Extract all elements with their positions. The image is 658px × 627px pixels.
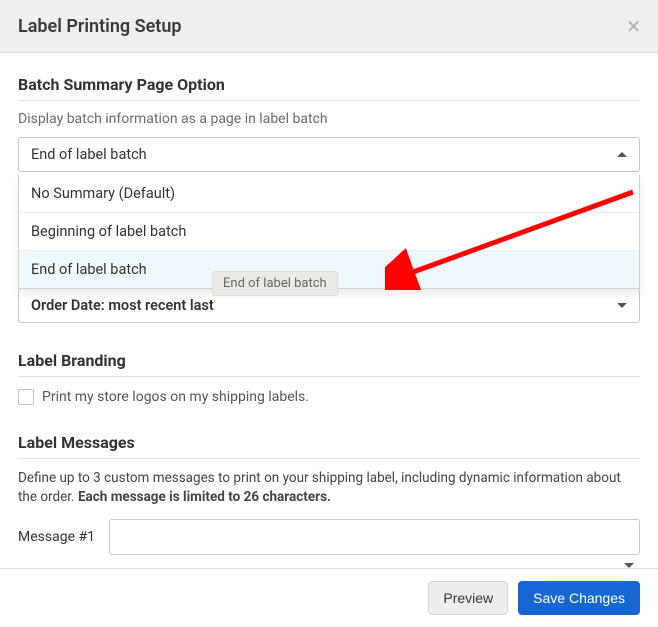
divider <box>18 376 640 377</box>
divider <box>18 100 640 101</box>
label-messages-description-bold: Each message is limited to 26 characters… <box>78 489 331 505</box>
save-changes-button[interactable]: Save Changes <box>518 581 640 615</box>
batch-summary-select-value: End of label batch <box>31 146 147 163</box>
chevron-down-icon[interactable] <box>624 563 634 568</box>
chevron-up-icon <box>617 152 627 157</box>
order-date-select[interactable]: Order Date: most recent last <box>18 288 640 323</box>
dropdown-option-beginning[interactable]: Beginning of label batch <box>19 212 639 250</box>
chevron-down-icon <box>617 303 627 308</box>
modal-header: Label Printing Setup × <box>0 0 658 53</box>
order-date-select-value: Order Date: most recent last <box>31 297 214 314</box>
dropdown-option-end[interactable]: End of label batch <box>19 250 639 288</box>
batch-summary-select[interactable]: End of label batch <box>18 137 640 172</box>
message-1-label: Message #1 <box>18 529 95 545</box>
batch-summary-description: Display batch information as a page in l… <box>18 111 640 127</box>
print-logos-checkbox[interactable] <box>18 389 34 405</box>
label-messages-title: Label Messages <box>18 433 640 452</box>
divider <box>18 458 640 459</box>
batch-summary-dropdown: No Summary (Default) Beginning of label … <box>18 175 640 289</box>
label-messages-description: Define up to 3 custom messages to print … <box>18 469 640 507</box>
dropdown-option-no-summary[interactable]: No Summary (Default) <box>19 175 639 212</box>
close-icon[interactable]: × <box>627 14 640 38</box>
label-branding-title: Label Branding <box>18 351 640 370</box>
message-1-input[interactable] <box>109 519 640 555</box>
print-logos-label: Print my store logos on my shipping labe… <box>42 389 309 405</box>
modal-title: Label Printing Setup <box>18 16 182 37</box>
preview-button[interactable]: Preview <box>428 581 508 615</box>
modal-footer: Preview Save Changes <box>0 568 658 627</box>
batch-summary-title: Batch Summary Page Option <box>18 75 640 94</box>
